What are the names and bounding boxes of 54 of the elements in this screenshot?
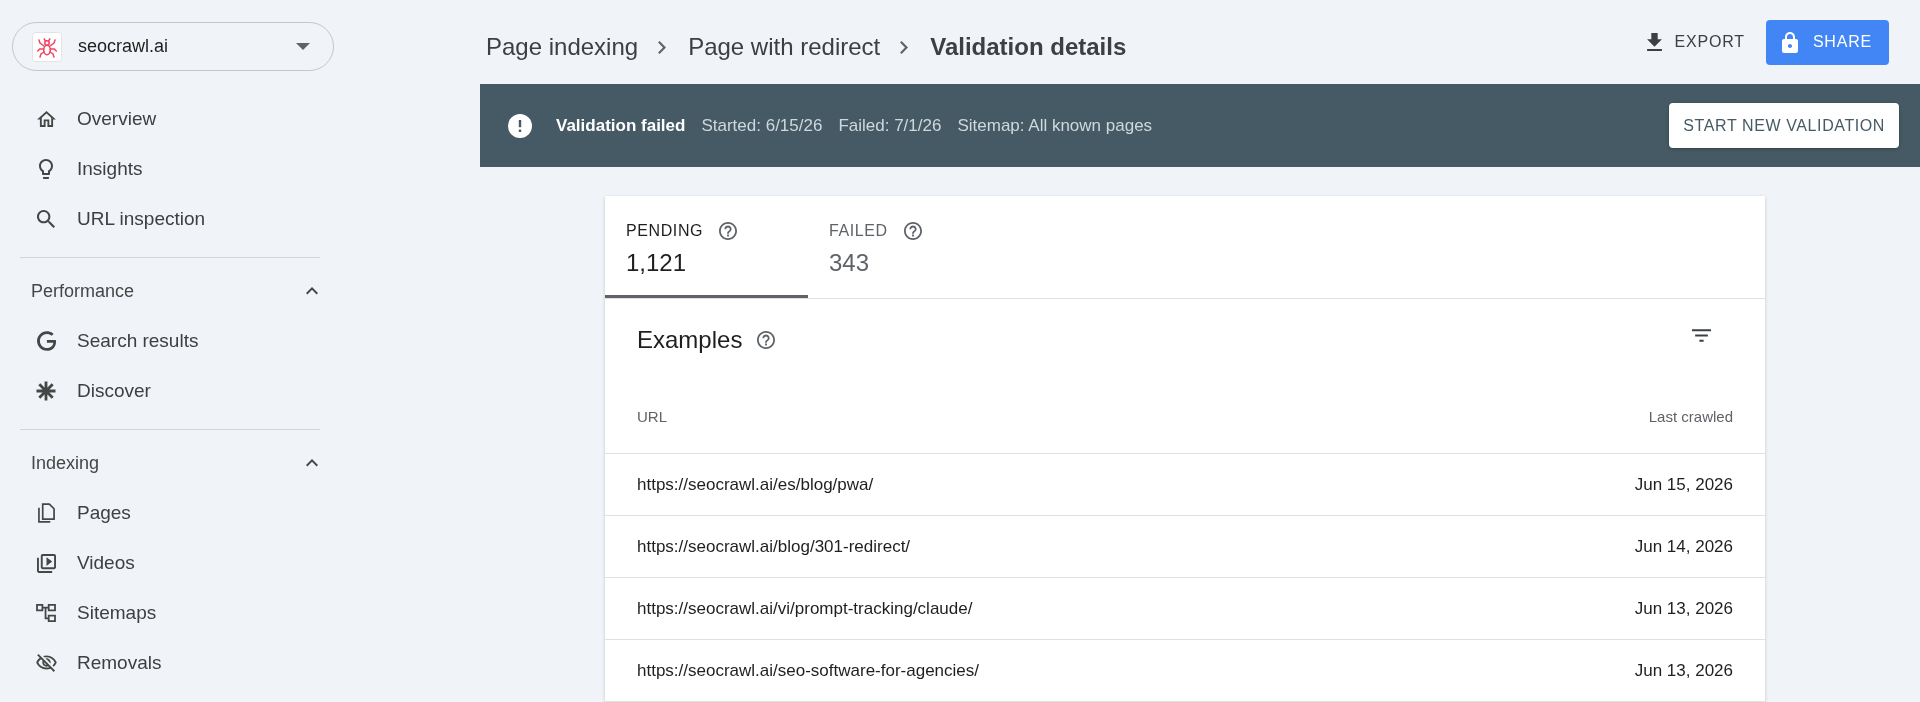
letter-g-icon	[36, 331, 56, 351]
validation-detail: Started: 6/15/26	[701, 115, 823, 136]
caret-down-icon	[296, 43, 310, 50]
start-validation-button[interactable]: START NEW VALIDATION	[1669, 103, 1899, 148]
filter-icon[interactable]	[1692, 329, 1711, 342]
home-icon	[36, 111, 56, 127]
validation-detail: Sitemap: All known pages	[957, 115, 1153, 136]
table-cell: Jun 13, 2026	[1433, 577, 1765, 640]
column-header: Last crawled	[1433, 380, 1765, 454]
nav-item[interactable]: URL inspection	[20, 194, 320, 244]
nav-item[interactable]: Videos	[20, 538, 320, 588]
nav-item[interactable]: Sitemaps	[20, 588, 320, 638]
help-icon	[719, 222, 738, 240]
table-cell: https://seocrawl.ai/vi/prompt-tracking/claude/	[605, 577, 1434, 640]
table-cell: Jun 13, 2026	[1433, 639, 1765, 702]
page-title: Validation details	[930, 33, 1127, 61]
nav-item[interactable]: Insights	[20, 144, 320, 194]
chevron-right-icon	[900, 40, 909, 54]
status-tab[interactable]: PENDING 1,121	[605, 196, 808, 298]
breadcrumb-link[interactable]: Page with redirect	[688, 33, 881, 61]
documents-icon	[37, 503, 55, 523]
section-header[interactable]: Performance	[20, 266, 320, 316]
chevron-right-icon	[658, 40, 667, 54]
nav-item[interactable]: Discover	[20, 366, 320, 416]
spider-icon	[32, 31, 62, 62]
eye-crossed-icon	[35, 654, 57, 672]
nav-item[interactable]: Search results	[20, 316, 320, 366]
search-icon	[37, 210, 55, 228]
export-button[interactable]: EXPORT	[1638, 19, 1753, 65]
breadcrumb-link[interactable]: Page indexing	[486, 33, 639, 61]
table-cell: Jun 15, 2026	[1433, 453, 1765, 516]
help-icon	[903, 222, 922, 240]
video-library-icon	[36, 553, 56, 573]
table-cell: https://seocrawl.ai/blog/301-redirect/	[605, 515, 1434, 578]
hierarchy-icon	[36, 604, 56, 622]
asterisk-icon	[36, 381, 56, 401]
section-header[interactable]: Indexing	[20, 438, 320, 488]
table-cell: https://seocrawl.ai/es/blog/pwa/	[605, 453, 1434, 516]
column-header: URL	[605, 380, 1434, 454]
nav-item[interactable]: Removals	[20, 638, 320, 688]
lightbulb-icon	[39, 159, 53, 179]
exclamation-circle-icon	[508, 113, 532, 138]
help-icon[interactable]	[757, 330, 776, 349]
download-icon	[1646, 33, 1662, 51]
share-button[interactable]: SHARE	[1765, 19, 1889, 65]
validation-status: Validation failed	[556, 115, 686, 136]
section-title: Examples	[637, 325, 743, 354]
validation-detail: Failed: 7/1/26	[838, 115, 942, 136]
status-tab[interactable]: FAILED 343	[808, 196, 1011, 298]
table-cell: https://seocrawl.ai/seo-software-for-agencies/	[605, 639, 1434, 702]
nav-item[interactable]: Pages	[20, 488, 320, 538]
nav-item[interactable]: Overview	[20, 94, 320, 144]
table-cell: Jun 14, 2026	[1433, 515, 1765, 578]
lock-icon	[1781, 31, 1798, 53]
